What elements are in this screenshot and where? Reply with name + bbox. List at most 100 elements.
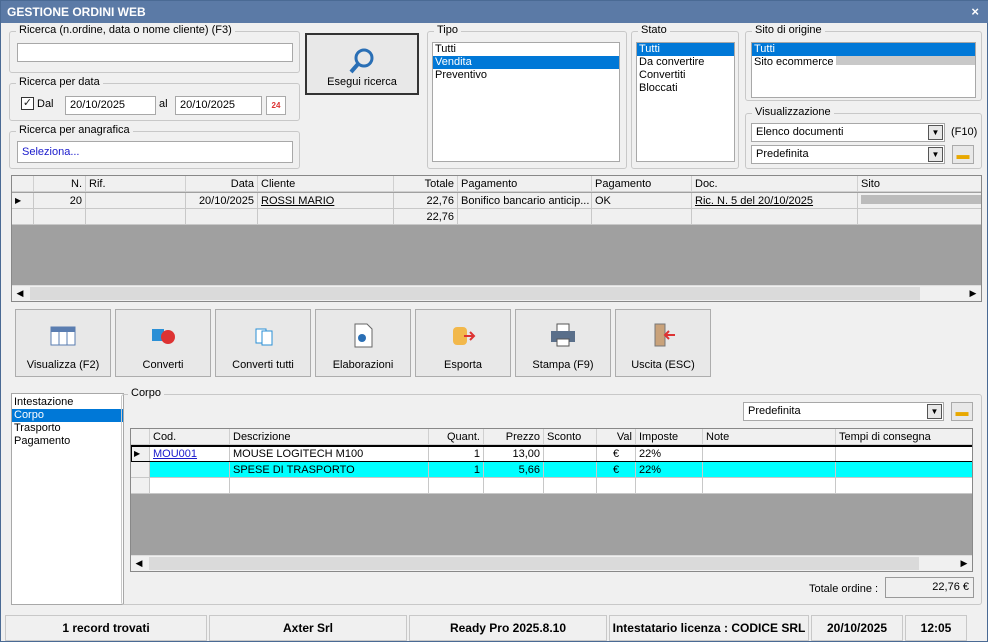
sections-list[interactable]: Intestazione Corpo Trasporto Pagamento (11, 393, 124, 605)
section-corpo[interactable]: Corpo (12, 409, 123, 422)
section-pagamento[interactable]: Pagamento (12, 435, 123, 448)
f10-label: (F10) (951, 126, 978, 138)
folder-icon[interactable]: ▬ (951, 402, 973, 421)
tipo-item-preventivo[interactable]: Preventivo (433, 69, 619, 82)
calendar-icon[interactable]: 24 (266, 96, 286, 115)
col-rif[interactable]: Rif. (86, 176, 186, 192)
col-pagamento[interactable]: Pagamento (458, 176, 592, 192)
totals-row: 22,76 (12, 209, 981, 225)
stato-item-convertiti[interactable]: Convertiti (637, 69, 734, 82)
from-date-input[interactable]: 20/10/2025 (65, 96, 156, 115)
to-date-input[interactable]: 20/10/2025 (175, 96, 262, 115)
corpo-layout-select[interactable]: Predefinita ▼ (743, 402, 944, 421)
tipo-item-vendita[interactable]: Vendita (433, 56, 619, 69)
cell-sconto (544, 446, 597, 462)
converti-button[interactable]: Converti (115, 309, 211, 377)
col-data[interactable]: Data (186, 176, 258, 192)
empty-cell (692, 209, 858, 225)
tipo-list[interactable]: Tutti Vendita Preventivo (432, 42, 620, 162)
cell-quant: 1 (429, 446, 484, 462)
cell-imposte: 22% (636, 462, 703, 478)
tipo-item-tutti[interactable]: Tutti (433, 43, 619, 56)
cell-rif (86, 193, 186, 209)
cell-cod[interactable]: MOU001 (150, 446, 230, 462)
col-cliente[interactable]: Cliente (258, 176, 394, 192)
visualizza-button[interactable]: Visualizza (F2) (15, 309, 111, 377)
run-search-button[interactable]: Esegui ricerca (305, 33, 419, 95)
cell-data: 20/10/2025 (186, 193, 258, 209)
date-checkbox[interactable]: ✓ (21, 97, 34, 110)
col-n[interactable]: N. (34, 176, 86, 192)
section-intestazione[interactable]: Intestazione (12, 396, 123, 409)
col-cod[interactable]: Cod. (150, 429, 230, 445)
cell-totale: 22,76 (394, 193, 458, 209)
sito-item-tutti[interactable]: Tutti (752, 43, 975, 56)
esporta-button[interactable]: Esporta (415, 309, 511, 377)
cell-cliente[interactable]: ROSSI MARIO (258, 193, 394, 209)
registry-select[interactable]: Seleziona... (17, 141, 293, 163)
col-totale[interactable]: Totale (394, 176, 458, 192)
scroll-right-icon[interactable]: ▶ (956, 556, 972, 571)
empty-cell (258, 209, 394, 225)
stato-list[interactable]: Tutti Da convertire Convertiti Bloccati (636, 42, 735, 162)
table-row[interactable]: ▶ 20 20/10/2025 ROSSI MARIO 22,76 Bonifi… (12, 193, 981, 209)
cell-val: € (597, 446, 636, 462)
col-prezzo[interactable]: Prezzo (484, 429, 544, 445)
stato-item-bloccati[interactable]: Bloccati (637, 82, 734, 95)
to-label: al (159, 98, 168, 110)
cell-n: 20 (34, 193, 86, 209)
stampa-button[interactable]: Stampa (F9) (515, 309, 611, 377)
sito-label: Sito di origine (752, 24, 825, 36)
col-tempi[interactable]: Tempi di consegna (836, 429, 972, 445)
section-trasporto[interactable]: Trasporto (12, 422, 123, 435)
layout-select[interactable]: Predefinita ▼ (751, 145, 945, 164)
corpo-hscrollbar[interactable]: ◀ ▶ (131, 555, 972, 571)
sito-list[interactable]: Tutti Sito ecommerce (751, 42, 976, 98)
stato-label: Stato (638, 24, 670, 36)
col-sito[interactable]: Sito (858, 176, 981, 192)
search-input[interactable] (17, 43, 293, 62)
stato-item-da-convertire[interactable]: Da convertire (637, 56, 734, 69)
export-icon (453, 327, 476, 345)
corpo-label: Corpo (128, 387, 164, 399)
registry-search-group: Ricerca per anagrafica Seleziona... (9, 124, 300, 169)
gear-document-icon (354, 323, 373, 348)
sito-item-ecommerce[interactable]: Sito ecommerce (752, 56, 975, 69)
col-note[interactable]: Note (703, 429, 836, 445)
cell-pagamento-stato: OK (592, 193, 692, 209)
orders-hscrollbar[interactable]: ◀ ▶ (12, 285, 981, 301)
converti-tutti-button[interactable]: Converti tutti (215, 309, 311, 377)
table-row[interactable]: ▶ MOU001 MOUSE LOGITECH M100 1 13,00 € 2… (131, 445, 972, 463)
tipo-label: Tipo (434, 24, 461, 36)
elaborazioni-button[interactable]: Elaborazioni (315, 309, 411, 377)
search-label: Ricerca (n.ordine, data o nome cliente) … (16, 24, 235, 36)
total-order-value: 22,76 € (885, 577, 974, 598)
scroll-left-icon[interactable]: ◀ (131, 556, 147, 571)
cell-note (703, 446, 836, 462)
scroll-left-icon[interactable]: ◀ (12, 286, 28, 301)
printer-icon (551, 323, 575, 347)
view-mode-select[interactable]: Elenco documenti ▼ (751, 123, 945, 142)
folder-icon[interactable]: ▬ (952, 145, 974, 164)
col-imposte[interactable]: Imposte (636, 429, 703, 445)
corpo-group: Corpo Predefinita ▼ ▬ Cod. Descrizione Qu… (121, 387, 982, 605)
stato-item-tutti[interactable]: Tutti (637, 43, 734, 56)
col-doc[interactable]: Doc. (692, 176, 858, 192)
table-view-icon (50, 326, 76, 346)
col-descrizione[interactable]: Descrizione (230, 429, 429, 445)
scroll-right-icon[interactable]: ▶ (965, 286, 981, 301)
converti-tutti-label: Converti tutti (232, 359, 294, 371)
table-row[interactable]: SPESE DI TRASPORTO 1 5,66 € 22% (131, 462, 972, 478)
cell-tempi (836, 446, 972, 462)
col-val[interactable]: Val (597, 429, 636, 445)
empty-row[interactable] (131, 478, 972, 494)
col-pagamento-stato[interactable]: Pagamento (592, 176, 692, 192)
scroll-thumb[interactable] (149, 557, 919, 570)
col-quant[interactable]: Quant. (429, 429, 484, 445)
cell-doc[interactable]: Ric. N. 5 del 20/10/2025 (692, 193, 858, 209)
col-sconto[interactable]: Sconto (544, 429, 597, 445)
uscita-button[interactable]: Uscita (ESC) (615, 309, 711, 377)
scroll-thumb[interactable] (30, 287, 920, 300)
close-icon[interactable]: × (971, 4, 979, 19)
orders-header: N. Rif. Data Cliente Totale Pagamento Pa… (12, 176, 981, 192)
